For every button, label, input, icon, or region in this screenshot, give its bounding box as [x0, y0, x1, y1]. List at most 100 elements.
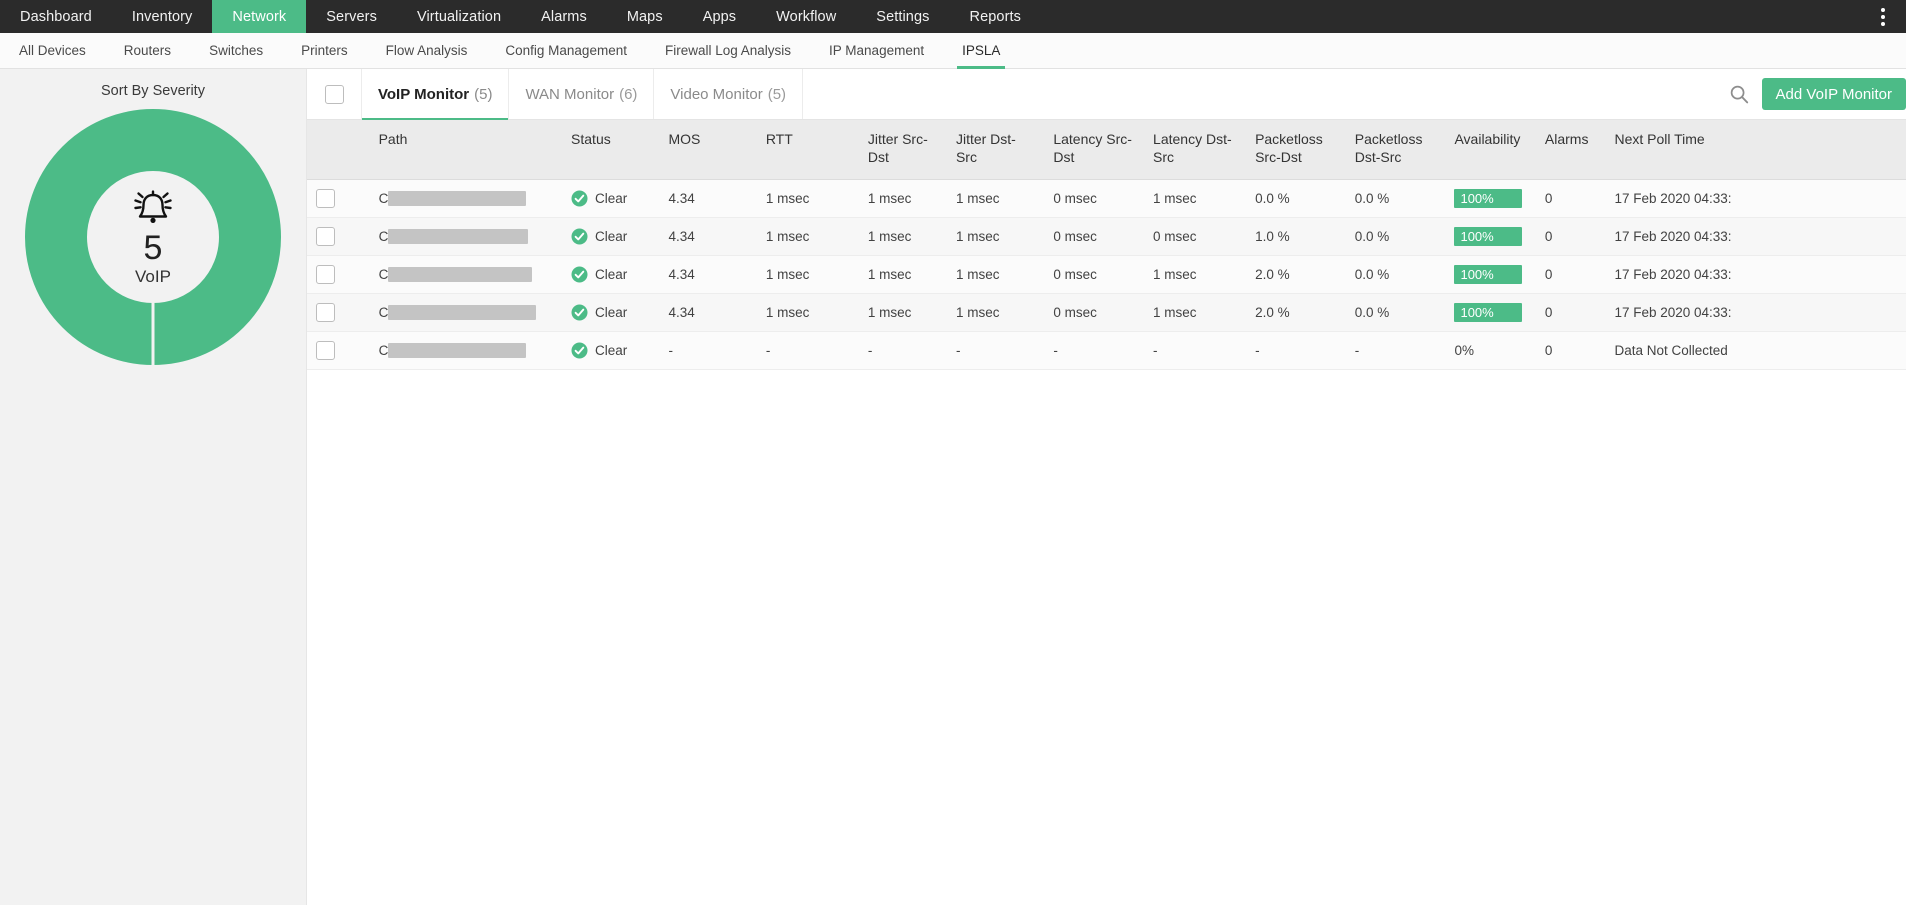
- topnav-item-dashboard[interactable]: Dashboard: [0, 0, 112, 33]
- header-packetloss-src-dst[interactable]: Packetloss Src-Dst: [1246, 120, 1346, 179]
- cell-availability: 100%: [1445, 217, 1535, 255]
- topnav-label: Workflow: [776, 9, 836, 25]
- subnav-label: Switches: [209, 43, 263, 58]
- cell-availability: 0%: [1445, 331, 1535, 369]
- subnav-item-ip-management[interactable]: IP Management: [810, 33, 943, 68]
- subnav-label: All Devices: [19, 43, 86, 58]
- row-checkbox[interactable]: [316, 227, 335, 246]
- tab-count: (6): [619, 86, 637, 103]
- severity-panel-title: Sort By Severity: [0, 83, 306, 99]
- cell-jitter-dst-src: 1 msec: [947, 217, 1044, 255]
- subnav-item-config-management[interactable]: Config Management: [486, 33, 646, 68]
- subnav-item-switches[interactable]: Switches: [190, 33, 282, 68]
- status-value: Clear: [571, 266, 650, 283]
- add-voip-monitor-button[interactable]: Add VoIP Monitor: [1762, 78, 1906, 110]
- cell-packetloss-dst-src: -: [1346, 331, 1446, 369]
- cell-alarms: 0: [1536, 331, 1606, 369]
- path-value: C: [379, 229, 553, 244]
- cell-path: C: [370, 293, 562, 331]
- topnav-label: Servers: [326, 9, 377, 25]
- table-row[interactable]: CClear4.341 msec1 msec1 msec0 msec1 msec…: [307, 255, 1906, 293]
- topnav-item-maps[interactable]: Maps: [607, 0, 683, 33]
- status-clear-icon: [571, 304, 588, 321]
- cell-jitter-dst-src: -: [947, 331, 1044, 369]
- path-prefix-text: C: [379, 305, 389, 320]
- severity-donut-chart[interactable]: 5 VoIP: [25, 109, 281, 365]
- header-jitter-src-dst[interactable]: Jitter Src-Dst: [859, 120, 947, 179]
- header-availability[interactable]: Availability: [1445, 120, 1535, 179]
- cell-rtt: 1 msec: [757, 179, 859, 217]
- row-checkbox[interactable]: [316, 341, 335, 360]
- subnav-item-all-devices[interactable]: All Devices: [0, 33, 105, 68]
- cell-alarms: 0: [1536, 293, 1606, 331]
- tab-wan-monitor[interactable]: WAN Monitor (6): [509, 69, 654, 119]
- topnav-label: Alarms: [541, 9, 587, 25]
- table-row[interactable]: CClear4.341 msec1 msec1 msec0 msec1 msec…: [307, 293, 1906, 331]
- header-path[interactable]: Path: [370, 120, 562, 179]
- severity-panel: Sort By Severity: [0, 69, 306, 905]
- table-row[interactable]: CClear4.341 msec1 msec1 msec0 msec0 msec…: [307, 217, 1906, 255]
- subnav-item-flow-analysis[interactable]: Flow Analysis: [367, 33, 487, 68]
- subnav-label: IPSLA: [962, 43, 1000, 58]
- row-checkbox-cell: [307, 179, 370, 217]
- topnav-item-reports[interactable]: Reports: [950, 0, 1041, 33]
- cell-latency-src-dst: 0 msec: [1044, 255, 1144, 293]
- header-latency-src-dst[interactable]: Latency Src-Dst: [1044, 120, 1144, 179]
- topnav-item-settings[interactable]: Settings: [856, 0, 949, 33]
- page-body: Sort By Severity: [0, 69, 1906, 905]
- row-checkbox-cell: [307, 217, 370, 255]
- select-all-checkbox[interactable]: [325, 85, 344, 104]
- cell-latency-src-dst: 0 msec: [1044, 293, 1144, 331]
- header-next-poll-time[interactable]: Next Poll Time: [1605, 120, 1906, 179]
- path-redacted-bar: [388, 343, 526, 358]
- path-prefix-text: C: [379, 343, 389, 358]
- tab-voip-monitor[interactable]: VoIP Monitor (5): [362, 69, 509, 119]
- cell-rtt: -: [757, 331, 859, 369]
- header-rtt[interactable]: RTT: [757, 120, 859, 179]
- table-row[interactable]: CClear--------0%0Data Not Collected: [307, 331, 1906, 369]
- status-text: Clear: [595, 343, 627, 358]
- subnav-item-firewall-log-analysis[interactable]: Firewall Log Analysis: [646, 33, 810, 68]
- cell-packetloss-src-dst: 2.0 %: [1246, 255, 1346, 293]
- cell-availability: 100%: [1445, 179, 1535, 217]
- toolbar-actions: Add VoIP Monitor: [803, 69, 1906, 119]
- header-packetloss-dst-src[interactable]: Packetloss Dst-Src: [1346, 120, 1446, 179]
- header-mos[interactable]: MOS: [659, 120, 756, 179]
- cell-rtt: 1 msec: [757, 293, 859, 331]
- subnav-item-routers[interactable]: Routers: [105, 33, 190, 68]
- cell-status: Clear: [562, 331, 659, 369]
- search-icon[interactable]: [1716, 69, 1762, 119]
- header-alarms[interactable]: Alarms: [1536, 120, 1606, 179]
- cell-latency-dst-src: 1 msec: [1144, 179, 1246, 217]
- topnav-item-network[interactable]: Network: [212, 0, 306, 33]
- tab-label: Video Monitor: [670, 86, 762, 103]
- tab-video-monitor[interactable]: Video Monitor (5): [654, 69, 803, 119]
- header-latency-dst-src[interactable]: Latency Dst-Src: [1144, 120, 1246, 179]
- table-row[interactable]: CClear4.341 msec1 msec1 msec0 msec1 msec…: [307, 179, 1906, 217]
- topnav-item-servers[interactable]: Servers: [306, 0, 397, 33]
- monitor-table-container[interactable]: Path Status MOS RTT Jitter Src-Dst Jitte…: [307, 120, 1906, 905]
- status-text: Clear: [595, 229, 627, 244]
- status-clear-icon: [571, 266, 588, 283]
- row-checkbox[interactable]: [316, 189, 335, 208]
- subnav-label: IP Management: [829, 43, 924, 58]
- topnav-item-virtualization[interactable]: Virtualization: [397, 0, 521, 33]
- subnav-item-ipsla[interactable]: IPSLA: [943, 33, 1019, 68]
- topnav-item-inventory[interactable]: Inventory: [112, 0, 213, 33]
- topnav-item-alarms[interactable]: Alarms: [521, 0, 607, 33]
- row-checkbox[interactable]: [316, 265, 335, 284]
- table-body: CClear4.341 msec1 msec1 msec0 msec1 msec…: [307, 179, 1906, 369]
- topnav-spacer: [1041, 0, 1866, 33]
- cell-mos: -: [659, 331, 756, 369]
- subnav-item-printers[interactable]: Printers: [282, 33, 367, 68]
- topnav-item-apps[interactable]: Apps: [683, 0, 756, 33]
- status-clear-icon: [571, 342, 588, 359]
- cell-jitter-src-dst: -: [859, 331, 947, 369]
- row-checkbox[interactable]: [316, 303, 335, 322]
- topnav-item-workflow[interactable]: Workflow: [756, 0, 856, 33]
- cell-latency-src-dst: -: [1044, 331, 1144, 369]
- path-value: C: [379, 305, 553, 320]
- kebab-menu-icon[interactable]: [1866, 0, 1906, 33]
- header-status[interactable]: Status: [562, 120, 659, 179]
- header-jitter-dst-src[interactable]: Jitter Dst-Src: [947, 120, 1044, 179]
